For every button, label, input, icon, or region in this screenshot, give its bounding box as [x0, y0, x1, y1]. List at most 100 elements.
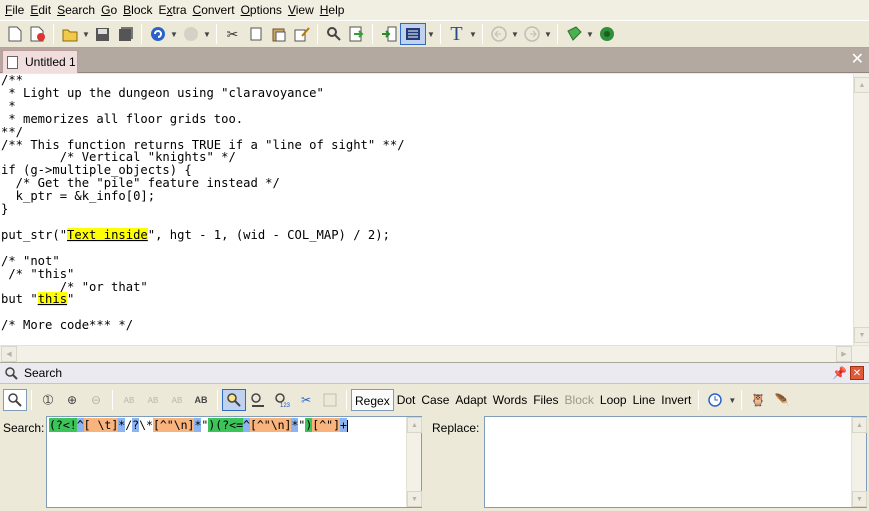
close-panel-icon[interactable]: ✕	[850, 366, 864, 380]
find-first-icon[interactable]: ➀	[36, 389, 60, 411]
scroll-up-icon[interactable]: ▲	[852, 417, 867, 433]
regex-token: \*	[139, 418, 153, 432]
count-matches-icon[interactable]: 123	[270, 389, 294, 411]
option-case[interactable]: Case	[418, 389, 452, 411]
scroll-right-icon[interactable]: ▶	[836, 346, 852, 362]
scroll-up-icon[interactable]: ▲	[407, 417, 422, 433]
option-words[interactable]: Words	[490, 389, 530, 411]
paste-icon[interactable]	[267, 23, 290, 45]
menu-edit[interactable]: Edit	[27, 0, 54, 20]
option-loop[interactable]: Loop	[597, 389, 630, 411]
find-next-icon[interactable]: ⊕	[60, 389, 84, 411]
pin-icon[interactable]: 📌	[832, 366, 847, 380]
copy-icon[interactable]	[244, 23, 267, 45]
forward-icon[interactable]	[520, 23, 543, 45]
replace-previous-icon[interactable]: AB	[165, 389, 189, 411]
scroll-down-icon[interactable]: ▼	[407, 491, 422, 507]
scroll-up-icon[interactable]: ▲	[854, 77, 869, 93]
scroll-down-icon[interactable]: ▼	[852, 491, 867, 507]
replace-input[interactable]	[484, 416, 867, 508]
find-icon[interactable]	[322, 23, 345, 45]
option-regex[interactable]: Regex	[351, 389, 394, 411]
open-file-icon[interactable]	[58, 23, 81, 45]
cut-matches-icon[interactable]: ✂	[294, 389, 318, 411]
replace-next-icon[interactable]: AB	[141, 389, 165, 411]
regex-token: [^"\n]	[249, 418, 292, 432]
option-invert[interactable]: Invert	[658, 389, 694, 411]
close-file-icon[interactable]	[26, 23, 49, 45]
replace-all-icon[interactable]: AB	[189, 389, 213, 411]
option-line[interactable]: Line	[630, 389, 659, 411]
regex-token: [^"\n]	[152, 418, 195, 432]
menu-block[interactable]: Block	[120, 0, 155, 20]
view-mode-icon[interactable]	[400, 23, 426, 45]
code-text: /** * Light up the dungeon using "clarav…	[0, 74, 853, 332]
toolbar-separator	[31, 390, 32, 410]
bookmark-icon[interactable]	[562, 23, 585, 45]
web-icon[interactable]	[595, 23, 618, 45]
bookmark-dropdown-icon[interactable]: ▼	[585, 23, 595, 45]
mark-all-icon[interactable]	[246, 389, 270, 411]
find-in-files-icon[interactable]	[345, 23, 368, 45]
menu-bar: File Edit Search Go Block Extra Convert Options…	[0, 0, 869, 20]
undo-dropdown-icon[interactable]: ▼	[169, 23, 179, 45]
redo-icon[interactable]	[179, 23, 202, 45]
toolbar-separator	[557, 24, 558, 44]
find-icon[interactable]	[3, 389, 27, 411]
menu-options[interactable]: Options	[238, 0, 285, 20]
view-mode-dropdown-icon[interactable]: ▼	[426, 23, 436, 45]
font-icon[interactable]: T	[445, 23, 468, 45]
open-dropdown-icon[interactable]: ▼	[81, 23, 91, 45]
text-cursor	[346, 419, 348, 432]
search-label: Search:	[3, 421, 45, 435]
search-input-scrollbar[interactable]: ▲ ▼	[406, 417, 422, 507]
history-dropdown-icon[interactable]: ▼	[727, 389, 737, 411]
forward-dropdown-icon[interactable]: ▼	[543, 23, 553, 45]
menu-extra[interactable]: Extra	[156, 0, 190, 20]
menu-help[interactable]: Help	[317, 0, 348, 20]
option-block[interactable]: Block	[562, 389, 597, 411]
search-input[interactable]: (?<!^[ \t]*/?\*[^"\n]*")(?<=^[^"\n]*")[^…	[46, 416, 422, 508]
history-icon[interactable]	[703, 389, 727, 411]
tab-untitled-1[interactable]: Untitled 1	[2, 50, 78, 73]
menu-view[interactable]: View	[285, 0, 317, 20]
code-line: put_str("Text inside", hgt - 1, (wid - C…	[1, 227, 390, 242]
owl-icon[interactable]: 🦉	[746, 389, 770, 411]
menu-search[interactable]: Search	[54, 0, 98, 20]
scroll-down-icon[interactable]: ▼	[854, 327, 869, 343]
code-line: * memorizes all floor grids too.	[1, 111, 244, 126]
back-icon[interactable]	[487, 23, 510, 45]
insert-icon[interactable]	[377, 23, 400, 45]
find-previous-icon[interactable]: ⊖	[84, 389, 108, 411]
scroll-left-icon[interactable]: ◀	[1, 346, 17, 362]
undo-icon[interactable]	[146, 23, 169, 45]
menu-file[interactable]: File	[2, 0, 27, 20]
redo-dropdown-icon[interactable]: ▼	[202, 23, 212, 45]
regex-token: ^	[76, 418, 84, 432]
select-matches-icon[interactable]	[318, 389, 342, 411]
editor-horizontal-scrollbar[interactable]: ◀ ▶	[0, 345, 869, 362]
close-tab-icon[interactable]: ✕	[851, 52, 864, 68]
toolbar-separator	[216, 24, 217, 44]
search-highlight-icon[interactable]	[222, 389, 246, 411]
replace-input-scrollbar[interactable]: ▲ ▼	[851, 417, 867, 507]
cut-icon[interactable]: ✂	[221, 23, 244, 45]
editor-text-area[interactable]: /** * Light up the dungeon using "clarav…	[0, 74, 853, 345]
font-dropdown-icon[interactable]: ▼	[468, 23, 478, 45]
editor-vertical-scrollbar[interactable]: ▲ ▼	[853, 74, 869, 345]
replace-icon[interactable]: AB	[117, 389, 141, 411]
feather-icon[interactable]: 🪶	[770, 389, 794, 411]
format-icon[interactable]	[290, 23, 313, 45]
option-adapt[interactable]: Adapt	[452, 389, 489, 411]
menu-go[interactable]: Go	[98, 0, 120, 20]
save-icon[interactable]	[91, 23, 114, 45]
option-dot[interactable]: Dot	[394, 389, 419, 411]
document-tab-bar: Untitled 1 ✕	[0, 48, 869, 73]
save-all-icon[interactable]	[114, 23, 137, 45]
search-panel-header: Search 📌 ✕	[0, 362, 869, 384]
menu-convert[interactable]: Convert	[190, 0, 238, 20]
back-dropdown-icon[interactable]: ▼	[510, 23, 520, 45]
option-files[interactable]: Files	[530, 389, 561, 411]
new-file-icon[interactable]	[3, 23, 26, 45]
